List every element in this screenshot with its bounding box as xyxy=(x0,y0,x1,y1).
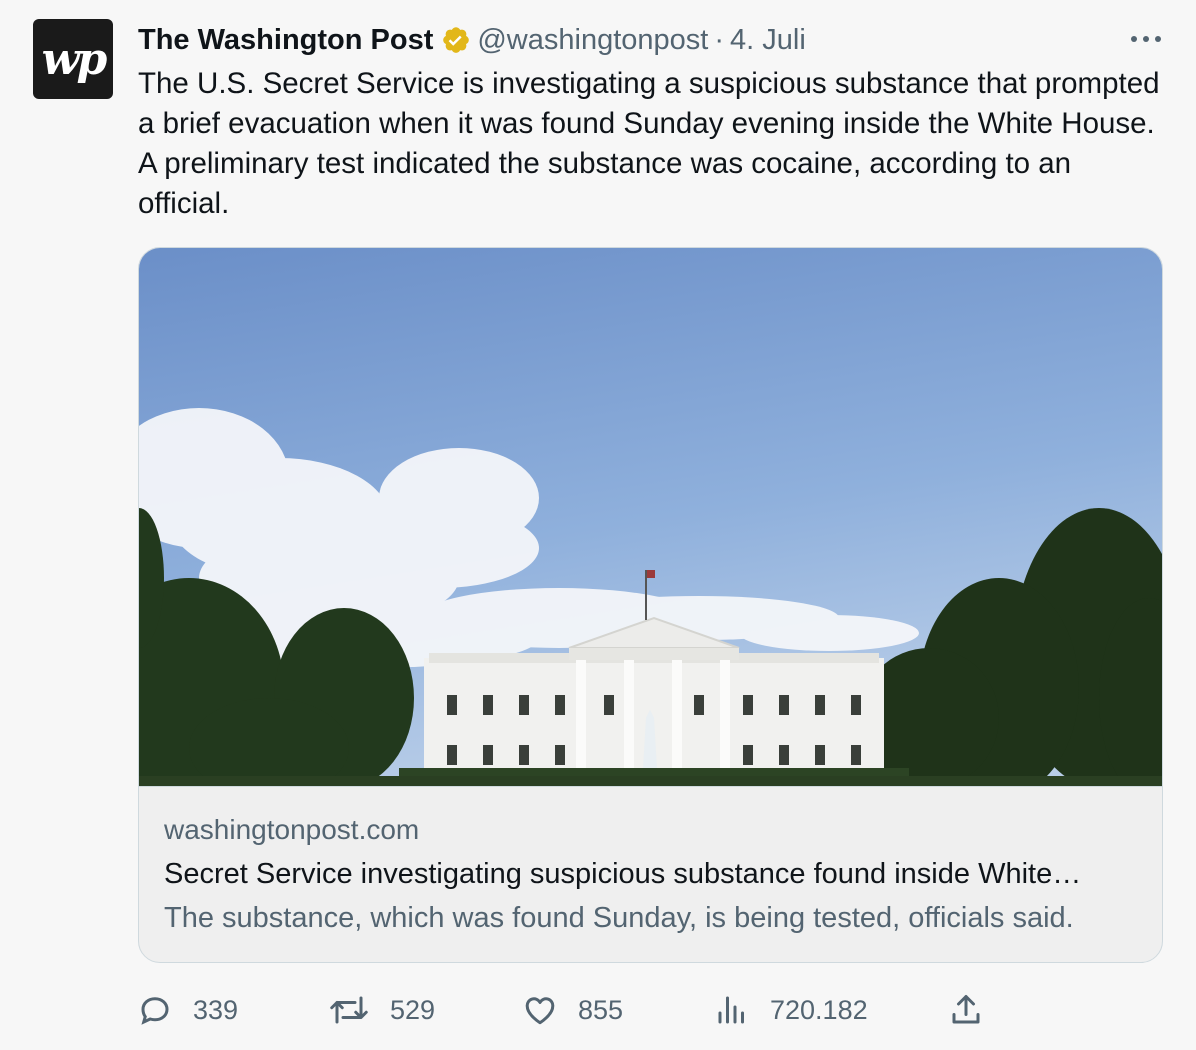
card-divider xyxy=(139,786,1162,787)
white-house-photo xyxy=(139,248,1162,786)
link-card[interactable]: washingtonpost.com Secret Service invest… xyxy=(138,247,1163,963)
tweet-date[interactable]: 4. Juli xyxy=(730,24,806,57)
share-button[interactable] xyxy=(948,985,1004,1035)
tweet-actions: 339 529 855 720.182 xyxy=(0,985,1196,1035)
avatar-logo-text: wp xyxy=(41,33,108,85)
author-handle[interactable]: @washingtonpost xyxy=(477,24,708,57)
views-count: 720.182 xyxy=(770,994,868,1025)
views-chart-icon xyxy=(718,996,744,1024)
retweet-count: 529 xyxy=(390,994,436,1025)
card-description: The substance, which was found Sunday, i… xyxy=(164,902,1074,934)
share-icon xyxy=(952,995,980,1024)
reply-icon xyxy=(141,997,169,1025)
like-count: 855 xyxy=(578,994,624,1025)
more-dots-icon xyxy=(1131,36,1161,42)
reply-button[interactable]: 339 xyxy=(137,985,238,1035)
heart-icon xyxy=(525,997,555,1025)
reply-count: 339 xyxy=(193,994,239,1025)
more-options-button[interactable] xyxy=(1128,26,1164,52)
retweet-button[interactable]: 529 xyxy=(328,985,435,1035)
author-name[interactable]: The Washington Post xyxy=(138,24,433,57)
tweet-header: The Washington Post @washingtonpost · 4.… xyxy=(138,22,806,58)
card-title: Secret Service investigating suspicious … xyxy=(164,858,1082,890)
views-button[interactable]: 720.182 xyxy=(714,985,868,1035)
tweet-text: The U.S. Secret Service is investigating… xyxy=(138,67,1160,220)
retweet-icon xyxy=(330,996,368,1024)
card-domain: washingtonpost.com xyxy=(164,814,420,845)
like-button[interactable]: 855 xyxy=(522,985,623,1035)
header-separator: · xyxy=(714,23,724,56)
washington-post-avatar[interactable]: wp xyxy=(33,19,113,99)
verified-badge-icon[interactable] xyxy=(441,25,471,55)
